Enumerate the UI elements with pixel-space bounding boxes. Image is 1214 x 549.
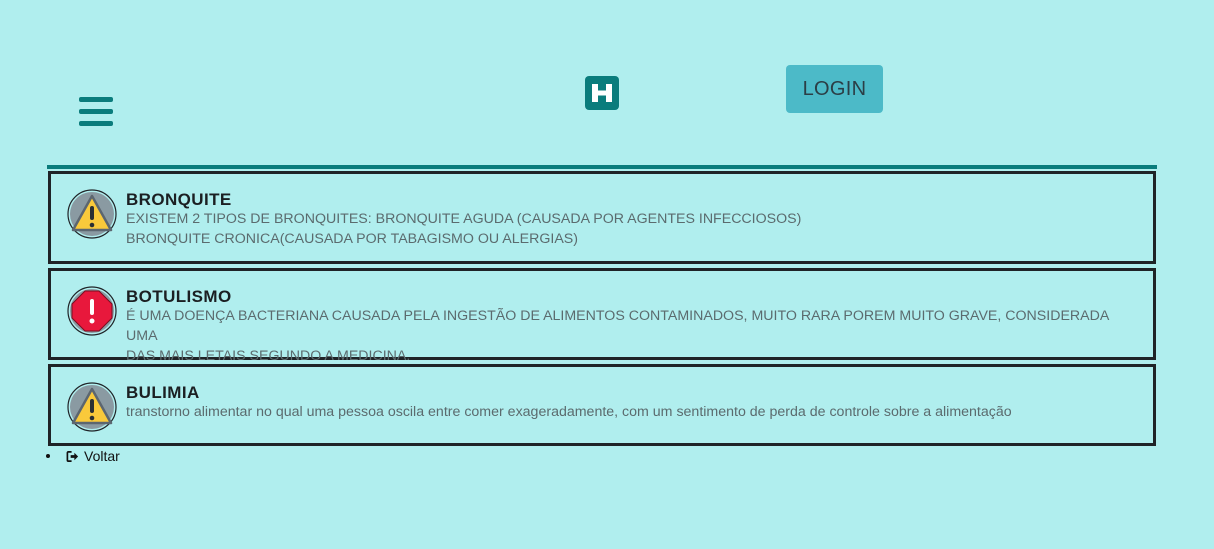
- login-button[interactable]: LOGIN: [786, 65, 883, 113]
- disease-description-line: EXISTEM 2 TIPOS DE BRONQUITES: BRONQUITE…: [126, 211, 802, 227]
- back-label: Voltar: [84, 448, 120, 464]
- disease-title: BOTULISMO: [126, 287, 232, 306]
- header-divider: [47, 165, 1157, 169]
- disease-description-line: transtorno alimentar no qual uma pessoa …: [126, 404, 1012, 420]
- danger-octagon-icon: [67, 286, 117, 336]
- hamburger-icon[interactable]: [79, 97, 113, 129]
- warning-triangle-icon: [67, 382, 117, 432]
- sign-out-icon: [66, 450, 79, 462]
- list-bullet: [46, 454, 50, 458]
- disease-description-line: DAS MAIS LETAIS SEGUNDO A MEDICINA.: [126, 348, 411, 364]
- disease-card-bulimia[interactable]: BULIMIA transtorno alimentar no qual uma…: [48, 364, 1156, 446]
- warning-triangle-icon: [67, 189, 117, 239]
- disease-card-bronquite[interactable]: BRONQUITE EXISTEM 2 TIPOS DE BRONQUITES:…: [48, 171, 1156, 264]
- disease-description-line: BRONQUITE CRONICA(CAUSADA POR TABAGISMO …: [126, 231, 578, 247]
- disease-title: BRONQUITE: [126, 190, 232, 209]
- disease-title: BULIMIA: [126, 383, 200, 402]
- hospital-h-icon: [585, 76, 619, 110]
- back-list-item: Voltar: [46, 448, 120, 464]
- disease-card-botulismo[interactable]: BOTULISMO É UMA DOENÇA BACTERIANA CAUSAD…: [48, 268, 1156, 364]
- disease-list: BRONQUITE EXISTEM 2 TIPOS DE BRONQUITES:…: [48, 171, 1156, 446]
- back-link[interactable]: Voltar: [66, 448, 120, 464]
- disease-description-line: É UMA DOENÇA BACTERIANA CAUSADA PELA ING…: [126, 308, 1109, 344]
